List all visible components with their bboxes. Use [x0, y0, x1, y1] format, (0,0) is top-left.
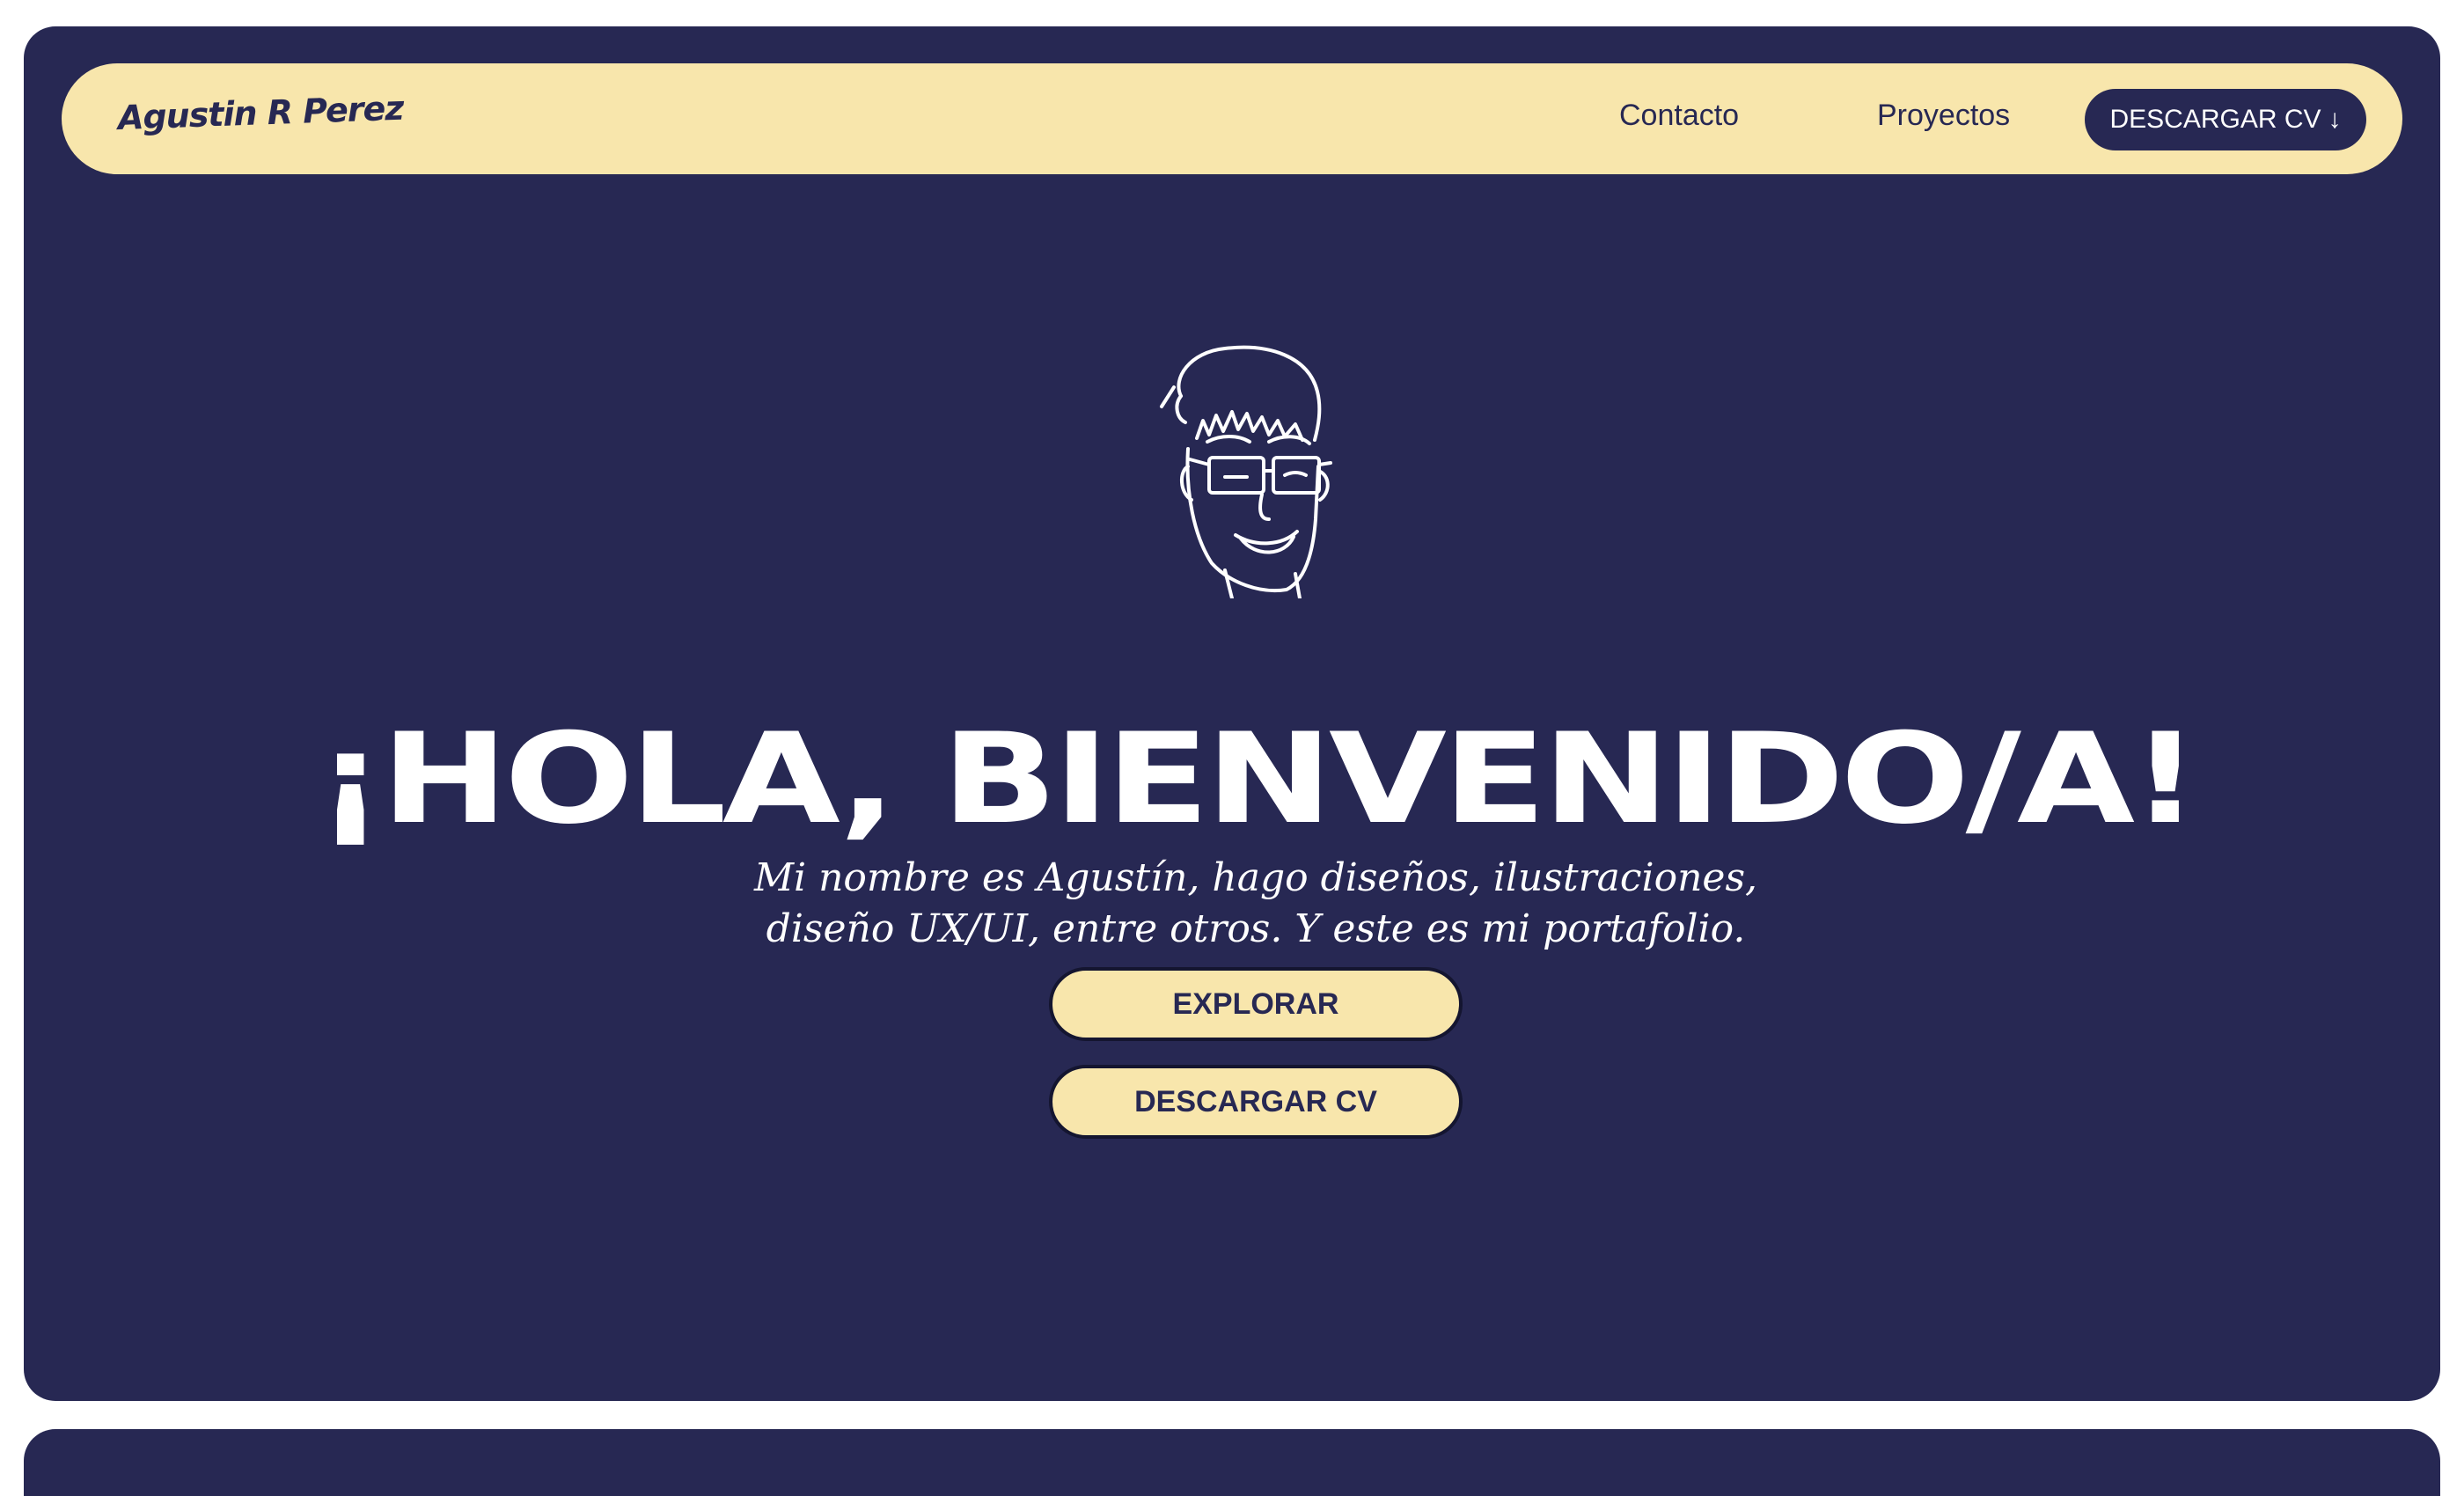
arrow-down-icon: ↓	[2328, 105, 2342, 134]
page: Agustin R Perez Contacto Proyectos DESCA…	[0, 0, 2464, 1496]
navbar: Agustin R Perez Contacto Proyectos DESCA…	[62, 63, 2402, 174]
nav-link-proyectos[interactable]: Proyectos	[1877, 99, 2010, 133]
explore-button[interactable]: EXPLORAR	[1049, 967, 1463, 1041]
nav-link-contacto[interactable]: Contacto	[1619, 99, 1739, 133]
hero-subtitle-line-1: Mi nombre es Agustín, hago diseños, ilus…	[753, 855, 1758, 900]
download-cv-button[interactable]: DESCARGAR CV	[1049, 1065, 1463, 1139]
hero-section: Agustin R Perez Contacto Proyectos DESCA…	[24, 26, 2440, 1401]
hero-subtitle: Mi nombre es Agustín, hago diseños, ilus…	[24, 853, 2464, 955]
avatar-illustration	[1160, 345, 1332, 598]
download-cv-nav-label: DESCARGAR CV	[2109, 105, 2321, 134]
hero-subtitle-line-2: diseño UX/UI, entre otros. Y este es mi …	[766, 906, 1746, 951]
logo[interactable]: Agustin R Perez	[117, 89, 404, 137]
next-section	[24, 1429, 2440, 1496]
hero-headline: ¡HOLA, BIENVENIDO/A!	[315, 707, 2200, 853]
download-cv-nav-button[interactable]: DESCARGAR CV ↓	[2085, 89, 2366, 150]
